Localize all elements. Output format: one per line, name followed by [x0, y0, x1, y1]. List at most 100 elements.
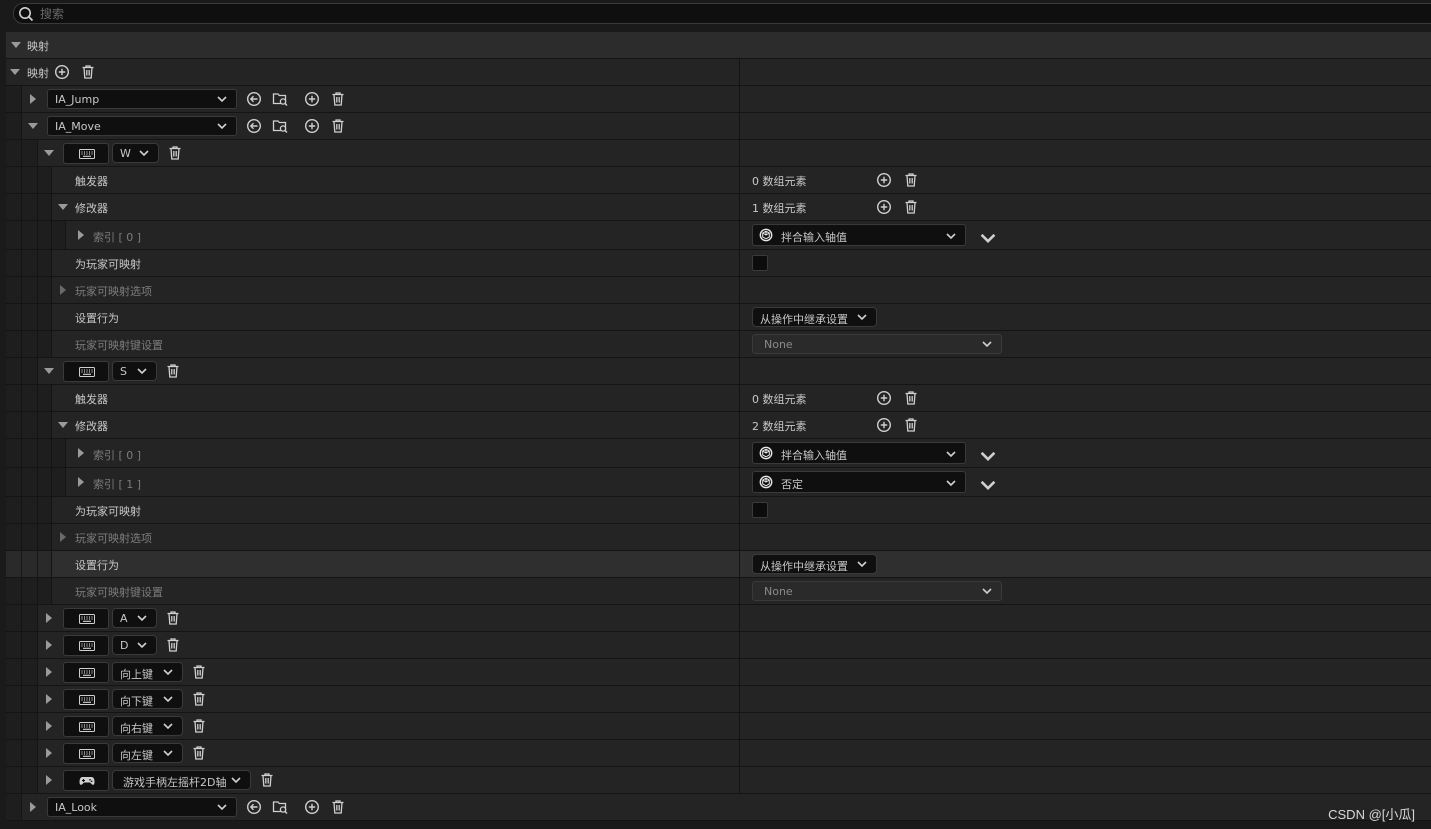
- clear-triggers-icon[interactable]: [903, 390, 919, 406]
- triggers-count: 0 数组元素: [752, 393, 807, 406]
- delete-all-icon[interactable]: [80, 64, 96, 80]
- delete-key-icon[interactable]: [191, 691, 207, 707]
- expand-arrow-icon[interactable]: [78, 477, 84, 487]
- key-select[interactable]: 向左键: [112, 743, 183, 763]
- section-header-mapping[interactable]: 映射: [6, 32, 1431, 59]
- clear-modifiers-icon[interactable]: [903, 199, 919, 215]
- key-capture-button[interactable]: [63, 608, 109, 629]
- expand-arrow-icon[interactable]: [58, 204, 68, 210]
- expand-arrow-icon[interactable]: [60, 285, 66, 295]
- use-selected-asset-icon[interactable]: [246, 91, 262, 107]
- add-modifier-icon[interactable]: [876, 417, 892, 433]
- key-capture-button[interactable]: [63, 743, 109, 764]
- key-capture-button[interactable]: [63, 689, 109, 710]
- expand-arrow-icon[interactable]: [28, 123, 38, 129]
- player-key-settings-select[interactable]: None: [752, 581, 1002, 601]
- use-selected-asset-icon[interactable]: [246, 799, 262, 815]
- browse-asset-icon[interactable]: [272, 799, 288, 815]
- add-trigger-icon[interactable]: [876, 172, 892, 188]
- modifier-class-select[interactable]: 拌合输入轴值: [752, 442, 966, 464]
- expand-arrow-icon[interactable]: [46, 748, 52, 758]
- expand-arrow-icon[interactable]: [10, 69, 20, 75]
- indent-gutter: [6, 304, 22, 330]
- delete-key-icon[interactable]: [167, 145, 183, 161]
- action-select[interactable]: IA_Jump: [47, 89, 237, 109]
- add-key-icon[interactable]: [304, 118, 320, 134]
- expand-options-chevron-icon[interactable]: [980, 230, 996, 246]
- action-select[interactable]: IA_Move: [47, 116, 237, 136]
- key-select[interactable]: 向右键: [112, 716, 183, 736]
- key-select[interactable]: 向下键: [112, 689, 183, 709]
- key-capture-button[interactable]: [63, 716, 109, 737]
- key-capture-button[interactable]: [63, 635, 109, 656]
- indent-gutter: [22, 767, 38, 793]
- clear-modifiers-icon[interactable]: [903, 417, 919, 433]
- key-select[interactable]: 向上键: [112, 662, 183, 682]
- expand-arrow-icon[interactable]: [46, 667, 52, 677]
- add-element-icon[interactable]: [54, 64, 70, 80]
- expand-arrow-icon[interactable]: [78, 230, 84, 240]
- key-capture-button[interactable]: [63, 770, 109, 791]
- search-bar: [0, 0, 1431, 27]
- delete-mapping-icon[interactable]: [330, 118, 346, 134]
- delete-key-icon[interactable]: [165, 363, 181, 379]
- key-capture-button[interactable]: [63, 662, 109, 683]
- key-capture-button[interactable]: [63, 361, 109, 382]
- indent-gutter: [6, 167, 22, 193]
- key-select[interactable]: W: [112, 143, 159, 163]
- expand-arrow-icon[interactable]: [58, 422, 68, 428]
- expand-arrow-icon[interactable]: [46, 721, 52, 731]
- expand-arrow-icon[interactable]: [44, 368, 54, 374]
- indent-gutter: [6, 659, 22, 685]
- delete-mapping-icon[interactable]: [330, 799, 346, 815]
- player-mappable-checkbox[interactable]: [752, 502, 768, 518]
- expand-options-chevron-icon[interactable]: [980, 477, 996, 493]
- add-key-icon[interactable]: [304, 799, 320, 815]
- modifier-class-select[interactable]: 否定: [752, 471, 966, 493]
- delete-key-icon[interactable]: [165, 610, 181, 626]
- delete-key-icon[interactable]: [191, 745, 207, 761]
- delete-key-icon[interactable]: [165, 637, 181, 653]
- expand-arrow-icon[interactable]: [44, 150, 54, 156]
- set-behavior-select[interactable]: 从操作中继承设置: [752, 554, 877, 574]
- key-name: S: [120, 365, 127, 378]
- expand-arrow-icon[interactable]: [30, 802, 36, 812]
- player-key-settings-value: None: [764, 338, 793, 351]
- search-box[interactable]: [13, 3, 1431, 24]
- expand-arrow-icon[interactable]: [46, 775, 52, 785]
- set-behavior-select[interactable]: 从操作中继承设置: [752, 307, 877, 327]
- expand-arrow-icon[interactable]: [60, 532, 66, 542]
- delete-key-icon[interactable]: [191, 718, 207, 734]
- clear-triggers-icon[interactable]: [903, 172, 919, 188]
- expand-arrow-icon[interactable]: [78, 448, 84, 458]
- browse-asset-icon[interactable]: [272, 91, 288, 107]
- key-select[interactable]: A: [112, 608, 157, 628]
- key-select[interactable]: 游戏手柄左摇杆2D轴: [112, 770, 251, 790]
- add-trigger-icon[interactable]: [876, 390, 892, 406]
- expand-arrow-icon[interactable]: [11, 42, 21, 48]
- gamepad-icon: [79, 776, 95, 786]
- expand-options-chevron-icon[interactable]: [980, 448, 996, 464]
- column-splitter: [739, 250, 740, 276]
- player-mappable-checkbox[interactable]: [752, 255, 768, 271]
- expand-arrow-icon[interactable]: [46, 694, 52, 704]
- indent-gutter: [6, 412, 22, 438]
- player-key-settings-select[interactable]: None: [752, 334, 1002, 354]
- add-key-icon[interactable]: [304, 91, 320, 107]
- expand-arrow-icon[interactable]: [30, 94, 36, 104]
- key-capture-button[interactable]: [63, 143, 109, 164]
- delete-key-icon[interactable]: [191, 664, 207, 680]
- delete-mapping-icon[interactable]: [330, 91, 346, 107]
- expand-arrow-icon[interactable]: [46, 640, 52, 650]
- key-select[interactable]: S: [112, 361, 157, 381]
- key-select[interactable]: D: [112, 635, 157, 655]
- delete-key-icon[interactable]: [259, 772, 275, 788]
- modifier-class-select[interactable]: 拌合输入轴值: [752, 224, 966, 246]
- add-modifier-icon[interactable]: [876, 199, 892, 215]
- expand-arrow-icon[interactable]: [46, 613, 52, 623]
- indent-gutter: [22, 439, 38, 467]
- search-input[interactable]: [40, 5, 640, 22]
- use-selected-asset-icon[interactable]: [246, 118, 262, 134]
- action-select[interactable]: IA_Look: [47, 797, 237, 817]
- browse-asset-icon[interactable]: [272, 118, 288, 134]
